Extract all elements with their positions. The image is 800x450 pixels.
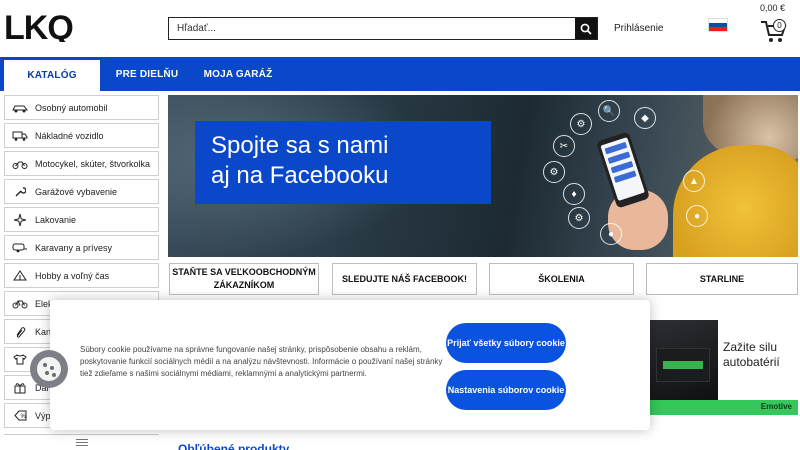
battery-ad[interactable]: Zažite silu autobatérií Emotive xyxy=(648,320,798,415)
cookie-settings-button[interactable]: Nastavenia súborov cookie xyxy=(446,370,566,410)
banner-headline: Spojte sa s nami aj na Facebooku xyxy=(211,131,388,191)
page: LKQ Prihlásenie 0,00 € 0 KATALÓG PRE DIE… xyxy=(0,0,800,450)
lkq-logo[interactable]: LKQ xyxy=(4,12,110,42)
network-node-icon: ♦ xyxy=(563,183,585,205)
network-node-icon: ● xyxy=(600,223,622,245)
banner-person-image xyxy=(673,145,798,257)
sidebar-item-label: Karavany a prívesy xyxy=(35,242,113,253)
quick-link-wholesale[interactable]: STAŇTE SA VEĽKOOBCHODNÝM ZÁKAZNÍKOM xyxy=(169,263,319,295)
sidebar-item-caravans[interactable]: Karavany a prívesy xyxy=(4,235,159,260)
network-node-icon: ⚙ xyxy=(543,161,565,183)
network-node-icon: 🔍 xyxy=(598,100,620,122)
sidebar-more-toggle[interactable] xyxy=(4,434,159,450)
slovak-flag-icon[interactable] xyxy=(708,18,728,32)
nav-tab-catalog[interactable]: KATALÓG xyxy=(4,57,100,91)
sidebar-item-label: Hobby a voľný čas xyxy=(35,270,110,281)
menu-icon xyxy=(75,439,88,446)
sidebar-item-car[interactable]: Osobný automobil xyxy=(4,95,159,120)
quick-link-starline[interactable]: STARLINE xyxy=(646,263,798,295)
network-node-icon: ✂ xyxy=(553,135,575,157)
ad-brand: Emotive xyxy=(760,402,792,411)
login-link[interactable]: Prihlásenie xyxy=(614,23,663,34)
search-button[interactable] xyxy=(575,18,597,39)
network-node-icon: ⚙ xyxy=(568,207,590,229)
nav-tab-workshop[interactable]: PRE DIELŇU xyxy=(100,57,194,91)
search-icon xyxy=(580,23,592,35)
main-nav: KATALÓG PRE DIELŇU MOJA GARÁŽ xyxy=(0,57,800,91)
car-icon xyxy=(5,103,35,113)
motorcycle-icon xyxy=(5,159,35,169)
battery-icon xyxy=(656,348,710,382)
sidebar-item-label: Motocykel, skúter, štvorkolka xyxy=(35,158,151,169)
cart-total: 0,00 € xyxy=(760,3,786,13)
sidebar-item-garage[interactable]: Garážové vybavenie xyxy=(4,179,159,204)
sidebar-item-label: Nákladné vozidlo xyxy=(35,130,104,141)
caravan-icon xyxy=(5,243,35,253)
sidebar-item-hobby[interactable]: Hobby a voľný čas xyxy=(4,263,159,288)
ad-line-2: autobatérií xyxy=(723,355,780,369)
smartphone-icon xyxy=(596,131,650,209)
svg-text:%: % xyxy=(20,414,26,420)
sparkle-icon xyxy=(5,213,35,226)
sidebar-item-truck[interactable]: Nákladné vozidlo xyxy=(4,123,159,148)
network-node-icon: ◆ xyxy=(634,107,656,129)
banner-line-1: Spojte sa s nami xyxy=(211,132,389,159)
tag-icon: % xyxy=(5,410,35,421)
nav-tab-my-garage[interactable]: MOJA GARÁŽ xyxy=(194,57,282,91)
promo-banner[interactable]: ⚙ 🔍 ✂ ⚙ ♦ ⚙ ● ◆ ▲ ● Spojte sa s nami aj … xyxy=(168,95,798,257)
sidebar-item-painting[interactable]: Lakovanie xyxy=(4,207,159,232)
quick-link-training[interactable]: ŠKOLENIA xyxy=(489,263,634,295)
search-input[interactable] xyxy=(169,18,575,39)
paperclip-icon xyxy=(5,326,35,338)
sidebar-item-label: Lakovanie xyxy=(35,214,77,225)
banner-headline-box: Spojte sa s nami aj na Facebooku xyxy=(195,121,491,204)
accept-all-cookies-button[interactable]: Prijať všetky súbory cookie xyxy=(446,323,566,363)
network-node-icon: ● xyxy=(686,205,708,227)
logo-text: LKQ xyxy=(4,12,73,42)
cart-count-badge: 0 xyxy=(773,19,786,32)
banner-line-2: aj na Facebooku xyxy=(211,162,389,189)
wrench-icon xyxy=(5,186,35,198)
popular-products-heading: Obľúbené produkty xyxy=(178,442,290,450)
ad-line-1: Zažite silu xyxy=(723,340,778,354)
sidebar-item-label: Osobný automobil xyxy=(35,102,108,113)
cookie-icon[interactable] xyxy=(30,350,68,388)
network-node-icon: ▲ xyxy=(683,170,705,192)
ad-headline: Zažite silu autobatérií xyxy=(723,340,780,370)
cookie-consent-dialog: Súbory cookie používame na správne fungo… xyxy=(50,300,650,430)
tent-icon xyxy=(5,270,35,281)
truck-icon xyxy=(5,131,35,141)
cookie-text: Súbory cookie používame na správne fungo… xyxy=(80,345,443,378)
gift-icon xyxy=(5,382,35,394)
ad-battery-image xyxy=(648,320,718,400)
sidebar-item-motorcycle[interactable]: Motocykel, skúter, štvorkolka xyxy=(4,151,159,176)
network-node-icon: ⚙ xyxy=(570,113,592,135)
ad-footer-bar: Emotive xyxy=(648,400,798,415)
search-bar xyxy=(168,17,598,40)
sidebar-item-label: Garážové vybavenie xyxy=(35,186,118,197)
quick-link-facebook[interactable]: SLEDUJTE NÁŠ FACEBOOK! xyxy=(332,263,477,295)
bicycle-icon xyxy=(5,299,35,309)
